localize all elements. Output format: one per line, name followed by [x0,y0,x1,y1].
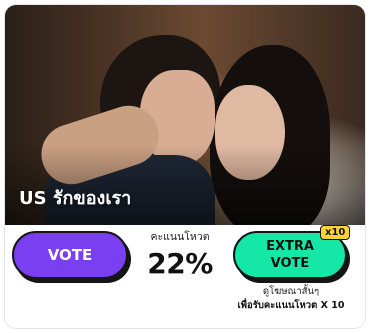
multiplier-badge: x10 [320,225,351,240]
vote-card: US รักของเรา [4,4,366,329]
card-title: US รักของเรา [19,188,132,209]
vote-button[interactable]: VOTE [12,231,128,279]
poster-image[interactable]: US รักของเรา [5,5,365,225]
caption-line2: เพื่อรับคะแนนโหวต X 10 [237,300,345,311]
caption-line1: ดูโฆษณาสั้นๆ [262,286,320,297]
extra-vote-label-line1: EXTRA [266,239,314,254]
extra-vote-label-line2: VOTE [270,256,310,271]
vote-score: คะแนนโหวต 22% [140,228,220,280]
score-value: 22% [147,247,213,280]
score-label: คะแนนโหวต [150,231,210,243]
extra-vote-caption: ดูโฆษณาสั้นๆ เพื่อรับคะแนนโหวต X 10 [222,285,360,313]
